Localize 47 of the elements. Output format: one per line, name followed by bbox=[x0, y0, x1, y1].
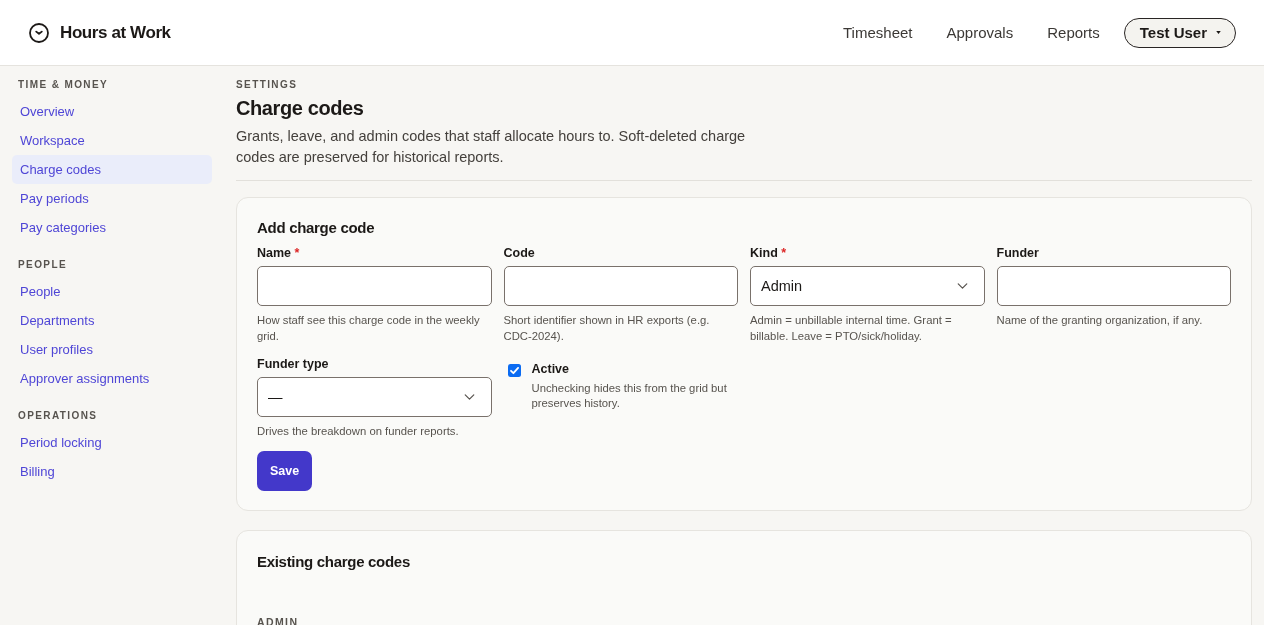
sidebar-item[interactable]: Pay categories bbox=[12, 213, 212, 242]
field-label: Code bbox=[503, 245, 536, 261]
checkbox-label: Active bbox=[531, 361, 571, 377]
field-hint: Admin = unbillable internal time. Grant = billable. Leave = PTO/sick/holiday. bbox=[750, 313, 953, 344]
nav-link[interactable]: Timesheet bbox=[843, 24, 913, 41]
field-hint: Drives the breakdown on funder reports. bbox=[257, 424, 460, 439]
caret-icon bbox=[1216, 31, 1221, 34]
checkbox[interactable] bbox=[507, 364, 521, 377]
sidebar-item[interactable]: Pay periods bbox=[12, 184, 212, 213]
sidebar-item[interactable]: Departments bbox=[12, 306, 212, 335]
app-title: Hours at Work bbox=[60, 22, 171, 43]
user-menu-button[interactable]: Test User bbox=[1123, 17, 1236, 48]
nav-link[interactable]: Approvals bbox=[946, 24, 1014, 41]
dropdown-field[interactable]: Admin bbox=[750, 266, 985, 306]
sidebar-item[interactable]: Workspace bbox=[12, 126, 212, 155]
section-label: SETTINGS bbox=[236, 78, 299, 92]
sidebar-heading: TIME & MONEY bbox=[17, 78, 110, 92]
field-label: Kind * bbox=[750, 245, 788, 261]
field-hint: Short identifier shown in HR exports (e.g. CDC-2024). bbox=[503, 313, 711, 344]
card-title: Existing charge codes bbox=[257, 553, 411, 571]
page-title: Charge codes bbox=[236, 96, 365, 121]
clock-icon bbox=[29, 22, 49, 43]
nav-link[interactable]: Reports bbox=[1047, 24, 1100, 41]
chevron-down-icon bbox=[956, 283, 968, 289]
sidebar-item[interactable]: Billing bbox=[12, 457, 212, 486]
save-button[interactable]: Save bbox=[257, 451, 313, 491]
chevron-down-icon bbox=[463, 394, 475, 400]
sidebar-item[interactable]: Period locking bbox=[12, 428, 212, 457]
sidebar-heading: OPERATIONS bbox=[17, 409, 99, 423]
page-description: Grants, leave, and admin codes that staff allocate hours to. Soft-deleted charge codes are preserved for historical reports. bbox=[236, 127, 747, 167]
sidebar-item[interactable]: User profiles bbox=[12, 335, 212, 364]
field-hint: Unchecking hides this from the grid but preserves history. bbox=[531, 381, 728, 411]
sidebar-heading: PEOPLE bbox=[17, 258, 68, 272]
field-label: Funder bbox=[996, 245, 1040, 261]
sidebar-item[interactable]: People bbox=[12, 277, 212, 306]
text-input[interactable] bbox=[503, 266, 738, 306]
dropdown-field[interactable]: — bbox=[257, 377, 492, 417]
field-hint: How staff see this charge code in the weekly grid. bbox=[257, 313, 481, 344]
field-label: Name * bbox=[257, 245, 301, 261]
field-hint: Name of the granting organization, if any. bbox=[996, 313, 1204, 328]
sidebar-item[interactable]: Approver assignments bbox=[12, 364, 212, 393]
card-title: Add charge code bbox=[257, 219, 376, 237]
text-input[interactable] bbox=[257, 266, 492, 306]
sidebar-item[interactable]: Charge codes bbox=[12, 155, 212, 184]
text-input[interactable] bbox=[996, 266, 1231, 306]
field-label: Funder type bbox=[257, 356, 330, 372]
sidebar-item[interactable]: Overview bbox=[12, 97, 212, 126]
